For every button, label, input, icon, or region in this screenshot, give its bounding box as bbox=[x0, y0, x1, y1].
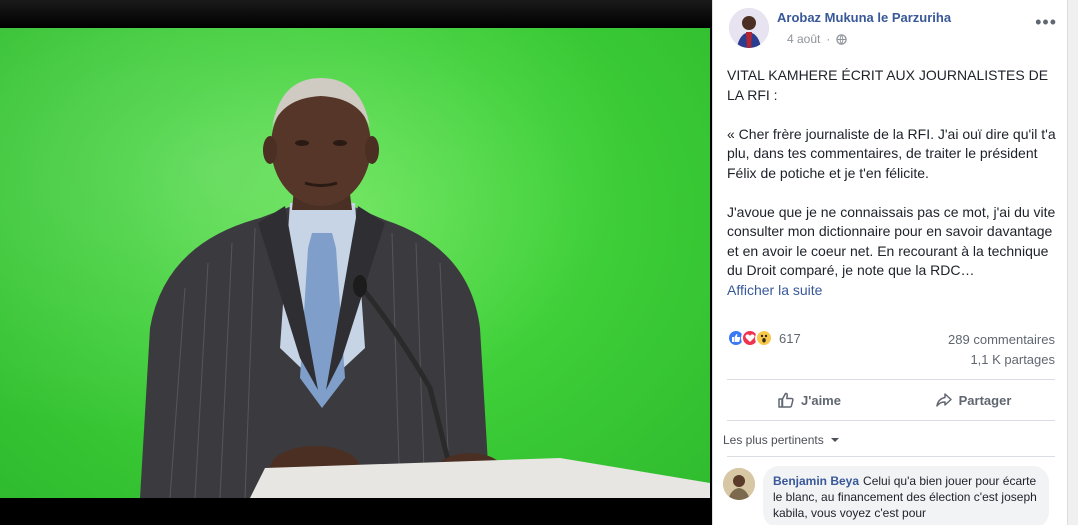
anchor-figure bbox=[140, 78, 710, 498]
post-date[interactable]: 4 août bbox=[787, 32, 820, 46]
share-arrow-icon bbox=[935, 393, 952, 407]
see-more-link[interactable]: Afficher la suite bbox=[727, 282, 822, 298]
author-name[interactable]: Arobaz Mukuna le Parzuriha bbox=[777, 10, 951, 25]
commenter-avatar[interactable] bbox=[723, 468, 755, 500]
like-button[interactable]: J'aime bbox=[727, 384, 891, 416]
comment-sort-dropdown[interactable]: Les plus pertinents bbox=[723, 433, 839, 447]
share-label: Partager bbox=[958, 392, 1012, 408]
post-paragraph: J'avoue que je ne connaissais pas ce mot… bbox=[727, 203, 1059, 301]
reaction-count: 617 bbox=[779, 330, 801, 346]
post-panel: Arobaz Mukuna le Parzuriha 4 août · ••• … bbox=[712, 0, 1067, 525]
commenter-avatar-image bbox=[723, 468, 755, 500]
post-paragraph: « Cher frère journaliste de la RFI. J'ai… bbox=[727, 125, 1056, 181]
comments-count[interactable]: 289 commentaires bbox=[948, 330, 1055, 350]
globe-icon bbox=[836, 33, 848, 45]
like-label: J'aime bbox=[801, 392, 841, 408]
wow-reaction-icon bbox=[755, 329, 773, 347]
shares-count[interactable]: 1,1 K partages bbox=[948, 350, 1055, 370]
divider bbox=[727, 420, 1055, 421]
author-avatar[interactable] bbox=[729, 8, 769, 48]
chevron-down-icon bbox=[830, 438, 839, 442]
divider bbox=[727, 379, 1055, 380]
more-options-icon[interactable]: ••• bbox=[1035, 12, 1057, 33]
avatar-image bbox=[729, 8, 769, 48]
post-header: Arobaz Mukuna le Parzuriha 4 août · ••• bbox=[729, 8, 1059, 48]
share-button[interactable]: Partager bbox=[891, 384, 1055, 416]
separator-dot: · bbox=[826, 32, 831, 46]
news-anchor-photo[interactable] bbox=[0, 28, 710, 498]
divider bbox=[727, 456, 1055, 457]
page-scrollbar[interactable] bbox=[1067, 0, 1078, 525]
comment-bubble: Benjamin Beya Celui qu'a bien jouer pour … bbox=[763, 466, 1049, 525]
photo-bottom-bar bbox=[0, 498, 712, 525]
post-meta: 4 août · bbox=[787, 32, 848, 46]
engagement-counts: 289 commentaires 1,1 K partages bbox=[948, 330, 1055, 370]
post-paragraph: VITAL KAMHERE ÉCRIT AUX JOURNALISTES DE … bbox=[727, 67, 1049, 103]
post-paragraph-text: J'avoue que je ne connaissais pas ce mot… bbox=[727, 203, 1056, 279]
sort-label: Les plus pertinents bbox=[723, 433, 824, 447]
photo-viewer bbox=[0, 0, 712, 525]
photo-top-bar bbox=[0, 0, 712, 28]
commenter-name[interactable]: Benjamin Beya bbox=[773, 474, 859, 488]
thumbs-up-icon bbox=[778, 392, 794, 408]
reactions-summary[interactable]: 617 bbox=[727, 328, 801, 348]
post-actions: J'aime Partager bbox=[727, 384, 1055, 416]
post-body: VITAL KAMHERE ÉCRIT AUX JOURNALISTES DE … bbox=[727, 66, 1059, 300]
